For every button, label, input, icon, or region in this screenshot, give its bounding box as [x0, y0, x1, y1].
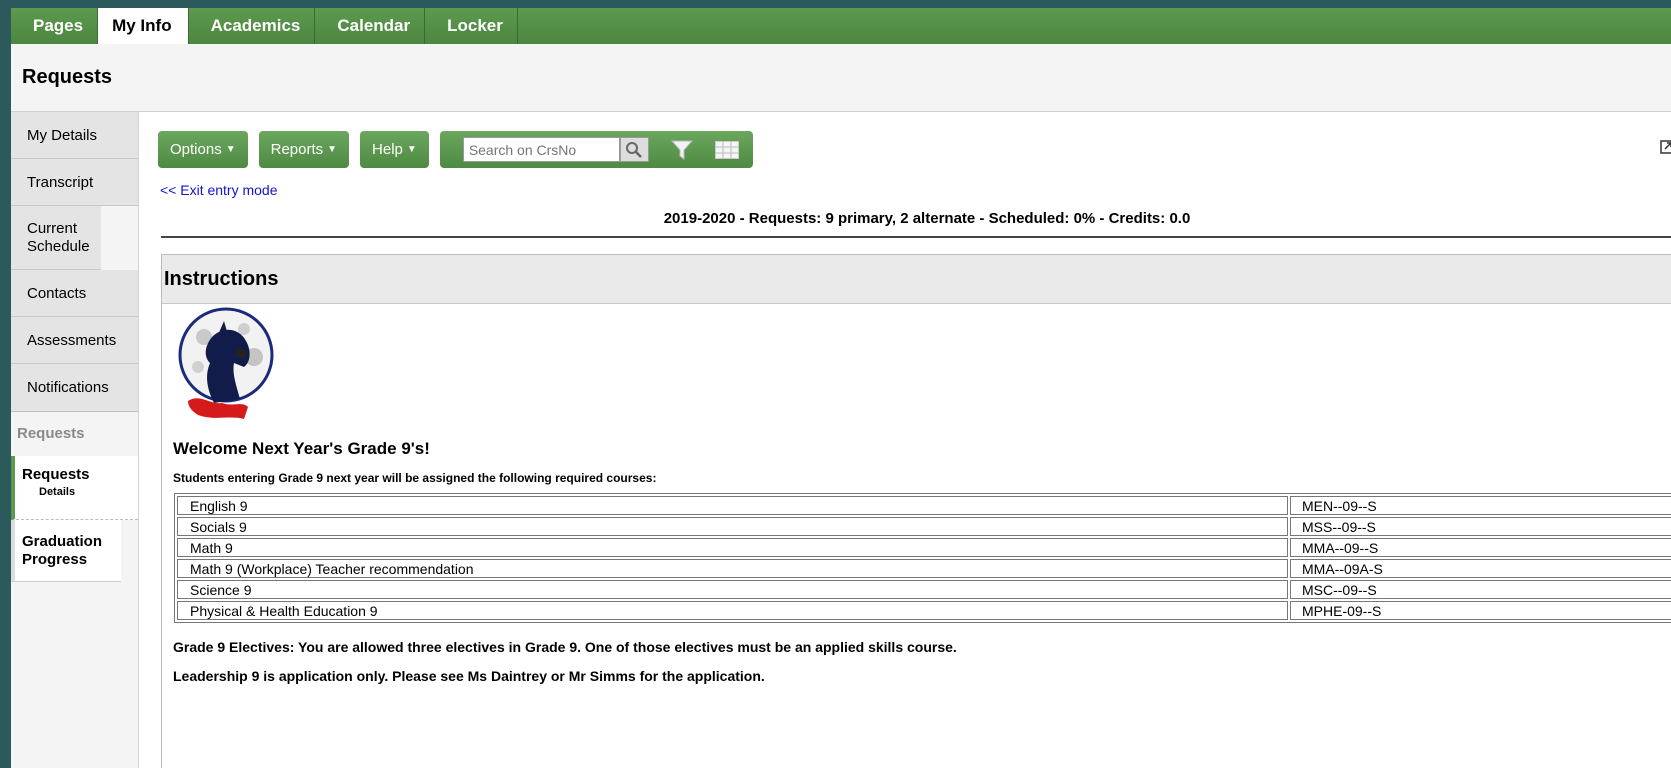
page-header: Requests	[11, 44, 1671, 112]
toolbar: Options ▼ Reports ▼ Help ▼	[158, 131, 753, 168]
chevron-down-icon: ▼	[225, 144, 236, 155]
sidebar-item-contacts[interactable]: Contacts	[11, 270, 138, 317]
help-button[interactable]: Help ▼	[360, 131, 429, 168]
help-label: Help	[372, 141, 403, 158]
reports-button[interactable]: Reports ▼	[258, 131, 350, 168]
school-logo	[174, 307, 278, 430]
tab-pages[interactable]: Pages	[11, 8, 99, 44]
requests-summary: 2019-2020 - Requests: 9 primary, 2 alter…	[161, 210, 1671, 238]
sidebar-subitem-graduation-progress[interactable]: Graduation Progress	[11, 520, 121, 582]
expand-icon[interactable]	[1660, 140, 1671, 159]
summary-text: 2019-2020 - Requests: 9 primary, 2 alter…	[663, 210, 1191, 227]
app-window: Pages My Info Academics Calendar Locker …	[11, 0, 1671, 768]
table-row: English 9 MEN--09--S	[177, 496, 1671, 515]
sidebar-subitem-subtitle: Details	[39, 486, 76, 498]
course-code: MSS--09--S	[1290, 517, 1671, 536]
options-label: Options	[170, 141, 222, 158]
sidebar-menu: My Details Transcript Current Schedule C…	[11, 112, 138, 412]
tab-calendar[interactable]: Calendar	[315, 8, 426, 44]
exit-entry-mode-link[interactable]: << Exit entry mode	[160, 182, 278, 198]
course-name: Math 9 (Workplace) Teacher recommendatio…	[177, 559, 1288, 578]
course-code: MEN--09--S	[1290, 496, 1671, 515]
page-title: Requests	[22, 66, 113, 88]
sidebar-subitem-requests-details[interactable]: Requests Details	[11, 456, 138, 520]
instructions-heading: Instructions	[162, 255, 1671, 304]
sidebar-item-transcript[interactable]: Transcript	[11, 159, 138, 206]
main-content: Options ▼ Reports ▼ Help ▼ Search on Crs…	[150, 112, 1671, 768]
sidebar-subitem-title: Requests	[22, 466, 90, 483]
table-row: Physical & Health Education 9 MPHE-09--S	[177, 601, 1671, 620]
course-name: Math 9	[177, 538, 1288, 557]
welcome-heading: Welcome Next Year's Grade 9's!	[173, 439, 430, 458]
top-nav: Pages My Info Academics Calendar Locker	[11, 0, 1671, 44]
chevron-down-icon: ▼	[406, 144, 417, 155]
course-name: English 9	[177, 496, 1288, 515]
required-courses-table: English 9 MEN--09--S Socials 9 MSS--09--…	[174, 493, 1671, 623]
filter-icon[interactable]	[670, 140, 693, 160]
sidebar-section-label: Requests	[17, 425, 85, 442]
search-input[interactable]	[462, 137, 620, 162]
electives-note: Grade 9 Electives: You are allowed three…	[173, 639, 957, 655]
course-code: MMA--09--S	[1290, 538, 1671, 557]
grid-icon[interactable]	[714, 140, 739, 159]
table-row: Math 9 MMA--09--S	[177, 538, 1671, 557]
sidebar: My Details Transcript Current Schedule C…	[11, 112, 139, 768]
chevron-down-icon: ▼	[327, 144, 338, 155]
search-bar	[439, 131, 753, 168]
search-icon[interactable]	[619, 137, 649, 162]
tab-locker[interactable]: Locker	[425, 8, 518, 44]
table-row: Socials 9 MSS--09--S	[177, 517, 1671, 536]
sidebar-item-current-schedule[interactable]: Current Schedule	[11, 206, 101, 270]
tab-my-info[interactable]: My Info	[98, 8, 189, 44]
table-row: Math 9 (Workplace) Teacher recommendatio…	[177, 559, 1671, 578]
sidebar-item-notifications[interactable]: Notifications	[11, 364, 138, 411]
course-code: MSC--09--S	[1290, 580, 1671, 599]
course-name: Science 9	[177, 580, 1288, 599]
course-code: MPHE-09--S	[1290, 601, 1671, 620]
tab-academics[interactable]: Academics	[189, 8, 316, 44]
options-button[interactable]: Options ▼	[158, 131, 248, 168]
sidebar-item-assessments[interactable]: Assessments	[11, 317, 138, 364]
reports-label: Reports	[270, 141, 324, 158]
lead-text: Students entering Grade 9 next year will…	[173, 471, 657, 485]
table-row: Science 9 MSC--09--S	[177, 580, 1671, 599]
leadership-note: Leadership 9 is application only. Please…	[173, 668, 765, 684]
instructions-panel: Instructions Welcome Next Year's Grade 9…	[161, 254, 1671, 768]
sidebar-item-my-details[interactable]: My Details	[11, 112, 138, 159]
course-name: Socials 9	[177, 517, 1288, 536]
course-code: MMA--09A-S	[1290, 559, 1671, 578]
course-name: Physical & Health Education 9	[177, 601, 1288, 620]
